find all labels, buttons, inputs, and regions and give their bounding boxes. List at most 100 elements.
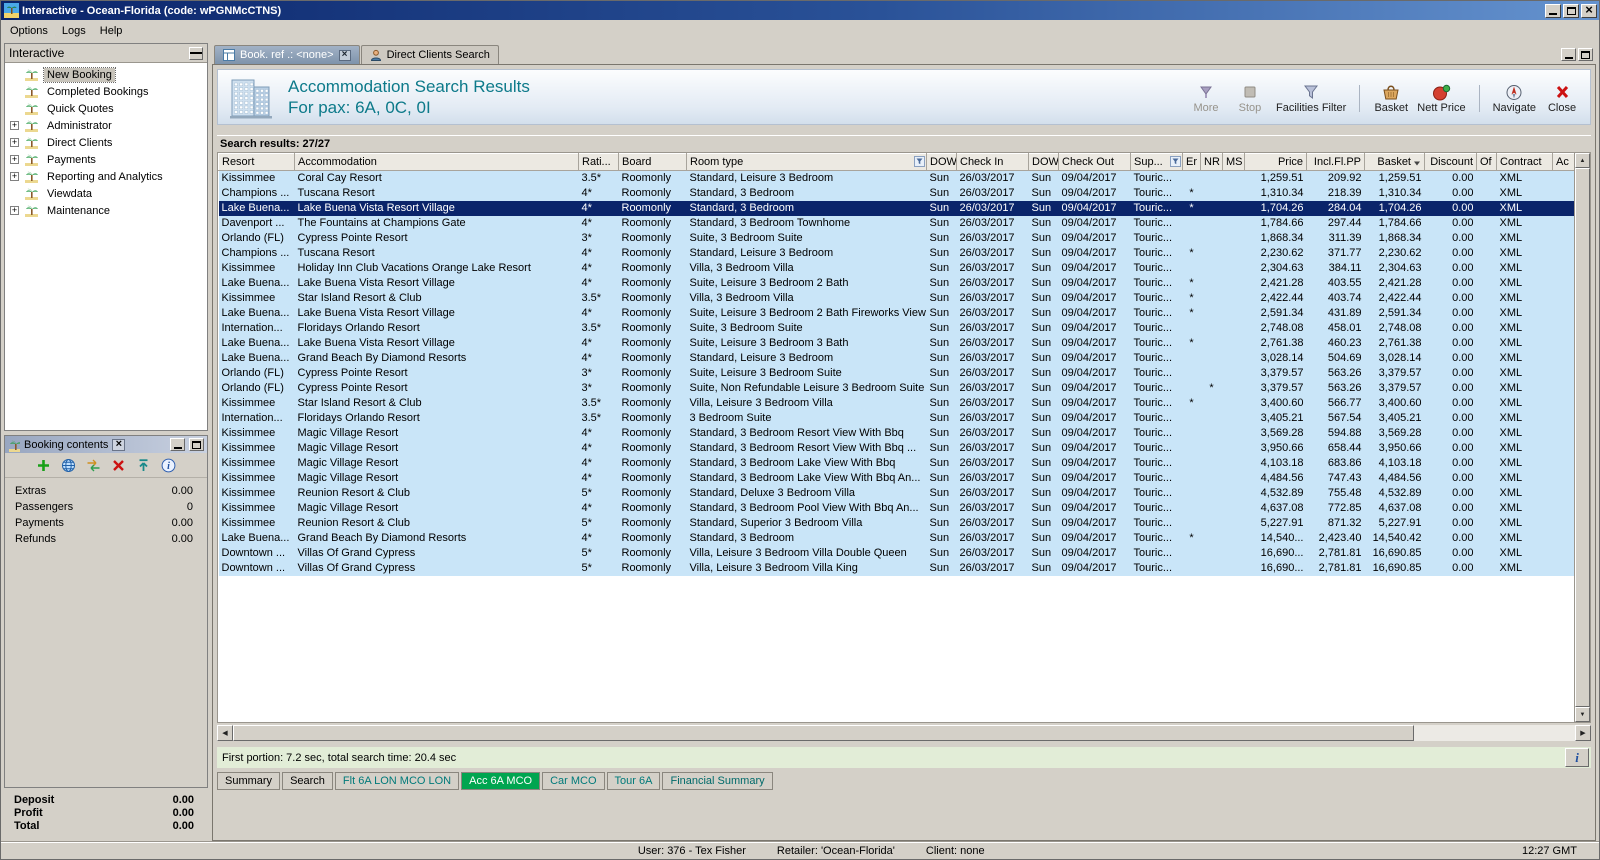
result-row-7[interactable]: Lake Buena... Lake Buena Vista Resort Vil… [218,275,1574,291]
result-row-23[interactable]: Kissimmee Reunion Resort & Club 5* Roomonly… [218,515,1574,531]
bottom-tab-tour-6a[interactable]: Tour 6A [606,772,661,790]
panel-minimize-button[interactable] [1561,48,1576,61]
horizontal-scroll-thumb[interactable] [233,725,1414,741]
column-header-14-incl-fl-pp[interactable]: Incl.Fl.PP [1306,153,1365,171]
result-row-10[interactable]: Internation... Floridays Orlando Resort 3.… [218,320,1574,336]
expand-icon[interactable] [10,155,19,164]
add-icon[interactable] [36,457,52,473]
column-header-5-dow[interactable]: DOW [926,153,957,171]
tab-book-ref-none[interactable]: Book. ref .: <none> [214,45,360,64]
horizontal-scroll-track[interactable] [233,725,1575,741]
info-icon[interactable]: i [161,457,177,473]
tab-close-button[interactable] [338,49,351,61]
sidebar-item-quick-quotes[interactable]: Quick Quotes [5,100,207,117]
delete-icon[interactable] [111,457,127,473]
scroll-left-icon[interactable] [217,725,233,741]
scroll-up-icon[interactable] [1575,153,1590,168]
result-row-8[interactable]: Kissimmee Star Island Resort & Club 3.5* Ro… [218,290,1574,306]
basket-button[interactable]: Basket [1373,83,1409,114]
result-row-11[interactable]: Lake Buena... Lake Buena Vista Resort Vil… [218,335,1574,351]
expand-icon[interactable] [10,121,19,130]
bottom-tab-acc-6a-mco[interactable]: Acc 6A MCO [461,772,541,790]
booking-panel-restore-button[interactable] [189,438,204,451]
column-header-10-er[interactable]: Er [1182,153,1201,171]
more-button[interactable]: More [1188,83,1224,114]
result-row-25[interactable]: Downtown ... Villas Of Grand Cypress 5* Roo… [218,545,1574,561]
close-button[interactable] [1581,3,1597,18]
menu-item-options[interactable]: Options [3,23,55,39]
bottom-tab-financial-summary[interactable]: Financial Summary [662,772,773,790]
facilities-filter-button[interactable]: Facilities Filter [1276,83,1346,114]
result-row-20[interactable]: Kissimmee Magic Village Resort 4* Roomonly S… [218,470,1574,486]
close-button[interactable]: Close [1544,83,1580,114]
result-row-22[interactable]: Kissimmee Magic Village Resort 4* Roomonly S… [218,500,1574,516]
column-header-15-basket[interactable]: Basket [1364,153,1425,171]
booking-contents-close-button[interactable] [112,438,126,451]
collapse-panel-button[interactable] [189,46,203,60]
column-header-6-check-in[interactable]: Check In [956,153,1029,171]
result-row-0[interactable]: Kissimmee Coral Cay Resort 3.5* Roomonly Sta… [218,170,1574,186]
globe-icon[interactable] [61,457,77,473]
result-row-17[interactable]: Kissimmee Magic Village Resort 4* Roomonly S… [218,425,1574,441]
sidebar-item-completed-bookings[interactable]: Completed Bookings [5,83,207,100]
menu-item-logs[interactable]: Logs [55,23,93,39]
booking-panel-minimize-button[interactable] [170,438,185,451]
expand-icon[interactable] [10,138,19,147]
column-header-4-room-type[interactable]: Room type [686,153,927,171]
tab-direct-clients-search[interactable]: Direct Clients Search [360,45,499,64]
bottom-tab-flt-6a-lon-mco-lon[interactable]: Flt 6A LON MCO LON [334,772,460,790]
stop-button[interactable]: Stop [1232,83,1268,114]
result-row-5[interactable]: Champions ... Tuscana Resort 4* Roomonly Sta… [218,245,1574,261]
column-header-7-dow[interactable]: DOW [1028,153,1059,171]
vertical-scroll-track[interactable] [1575,168,1590,707]
column-header-9-sup[interactable]: Sup... [1130,153,1183,171]
column-header-8-check-out[interactable]: Check Out [1058,153,1131,171]
column-header-18-contract[interactable]: Contract [1496,153,1553,171]
scroll-down-icon[interactable] [1575,707,1590,722]
column-header-17-of[interactable]: Of [1476,153,1497,171]
info-button[interactable] [1565,748,1589,767]
column-header-3-board[interactable]: Board [618,153,687,171]
result-row-24[interactable]: Lake Buena... Grand Beach By Diamond Reso… [218,530,1574,546]
result-row-9[interactable]: Lake Buena... Lake Buena Vista Resort Vil… [218,305,1574,321]
result-row-19[interactable]: Kissimmee Magic Village Resort 4* Roomonly S… [218,455,1574,471]
transfer-icon[interactable] [86,457,102,473]
sidebar-item-direct-clients[interactable]: Direct Clients [5,134,207,151]
bottom-tab-summary[interactable]: Summary [217,772,281,790]
column-header-16-discount[interactable]: Discount [1424,153,1477,171]
column-header-13-price[interactable]: Price [1244,153,1307,171]
result-row-6[interactable]: Kissimmee Holiday Inn Club Vacations Oran… [218,260,1574,276]
result-row-15[interactable]: Kissimmee Star Island Resort & Club 3.5* Ro… [218,395,1574,411]
sidebar-item-maintenance[interactable]: Maintenance [5,202,207,219]
expand-icon[interactable] [10,206,19,215]
sidebar-item-new-booking[interactable]: New Booking [5,66,207,83]
column-header-2-rati[interactable]: Rati... [578,153,619,171]
result-row-26[interactable]: Downtown ... Villas Of Grand Cypress 5* Roo… [218,560,1574,576]
result-row-1[interactable]: Champions ... Tuscana Resort 4* Roomonly Sta… [218,185,1574,201]
upload-icon[interactable] [136,457,152,473]
panel-restore-button[interactable] [1578,48,1593,61]
sidebar-item-payments[interactable]: Payments [5,151,207,168]
result-row-12[interactable]: Lake Buena... Grand Beach By Diamond Reso… [218,350,1574,366]
maximize-button[interactable] [1563,3,1579,18]
vertical-scrollbar[interactable] [1574,153,1590,722]
result-row-2[interactable]: Lake Buena... Lake Buena Vista Resort Vil… [218,200,1574,216]
column-header-0-resort[interactable]: Resort [218,153,295,171]
result-row-21[interactable]: Kissimmee Reunion Resort & Club 5* Roomonly… [218,485,1574,501]
result-row-3[interactable]: Davenport ... The Fountains at Champions … [218,215,1574,231]
minimize-button[interactable] [1545,3,1561,18]
nett-price-button[interactable]: Nett Price [1417,83,1466,114]
result-row-4[interactable]: Orlando (FL) Cypress Pointe Resort 3* Roomo… [218,230,1574,246]
expand-icon[interactable] [10,172,19,181]
column-header-1-accommodation[interactable]: Accommodation [294,153,579,171]
scroll-right-icon[interactable] [1575,725,1591,741]
column-header-12-ms[interactable]: MS [1222,153,1245,171]
navigate-button[interactable]: Navigate [1493,83,1536,114]
bottom-tab-search[interactable]: Search [282,772,333,790]
sidebar-item-administrator[interactable]: Administrator [5,117,207,134]
sidebar-item-viewdata[interactable]: Viewdata [5,185,207,202]
result-row-18[interactable]: Kissimmee Magic Village Resort 4* Roomonly S… [218,440,1574,456]
horizontal-scrollbar[interactable] [217,725,1591,741]
vertical-scroll-thumb[interactable] [1575,168,1590,707]
column-header-19-ac[interactable]: Ac [1552,153,1574,171]
